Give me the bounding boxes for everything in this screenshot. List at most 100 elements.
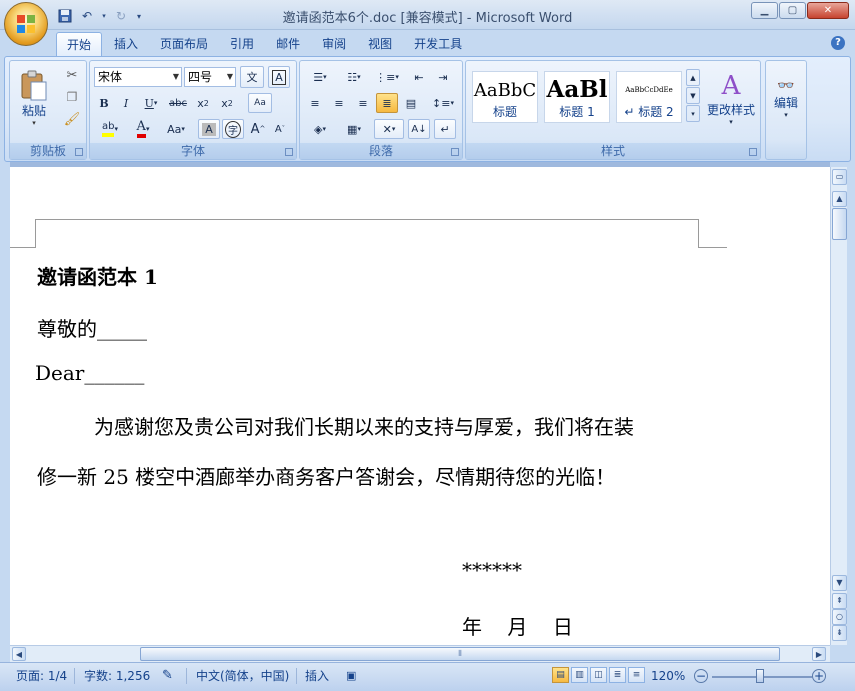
zoom-level[interactable]: 120% [651, 667, 685, 685]
increase-indent-button[interactable]: ⇥ [432, 67, 454, 87]
show-marks-button[interactable]: ↵ [434, 119, 456, 139]
styles-group: AaBbC 标题 AaBl 标题 1 AaBbCcDdEe ↵ 标题 2 ▲ ▼… [465, 60, 761, 160]
italic-button[interactable]: I [116, 93, 136, 113]
format-painter-button[interactable]: 🖌 [62, 109, 82, 129]
align-center-icon: ≡ [334, 96, 344, 110]
chinese-layout-icon: ✕ [382, 122, 392, 136]
help-icon[interactable]: ? [831, 36, 845, 50]
numbering-icon: ☷ [347, 70, 358, 84]
tab-page-layout[interactable]: 页面布局 [150, 32, 218, 56]
align-left-button[interactable]: ≡ [304, 93, 326, 113]
phonetic-guide-button[interactable]: 文 [240, 66, 264, 88]
scroll-up-button[interactable]: ▲ [832, 191, 847, 207]
print-layout-view-button[interactable]: ▤ [552, 667, 569, 683]
editing-button[interactable]: 👓 编辑 ▾ [768, 65, 804, 131]
outline-view-button[interactable]: ≣ [609, 667, 626, 683]
shrink-font-button[interactable]: Aˇ [270, 119, 290, 139]
vertical-scroll-thumb[interactable] [832, 208, 847, 240]
line-spacing-button[interactable]: ↕≡ ▾ [428, 93, 458, 113]
paste-button[interactable]: 粘贴 ▾ [16, 65, 52, 131]
full-screen-reading-button[interactable]: ▥ [571, 667, 588, 683]
macro-record-icon[interactable]: ▣ [346, 667, 356, 685]
copy-button[interactable]: ❐ [62, 87, 82, 107]
style-card-title[interactable]: AaBbC 标题 [472, 71, 538, 123]
highlight-button[interactable]: ab ▾ [94, 119, 126, 139]
tab-mailings[interactable]: 邮件 [266, 32, 310, 56]
vertical-scrollbar[interactable]: ▭ ▲ ▼ ⇞ ○ ⇟ [830, 167, 847, 645]
shading-button[interactable]: ◈ ▾ [304, 119, 336, 139]
bullets-button[interactable]: ☰ ▾ [304, 67, 336, 87]
word-count[interactable]: 字数: 1,256 [84, 667, 150, 685]
line-spacing-icon: ↕≡ [432, 96, 451, 110]
styles-launcher-icon[interactable] [749, 148, 757, 156]
grow-font-button[interactable]: A ^ [248, 119, 268, 139]
font-launcher-icon[interactable] [285, 148, 293, 156]
enclose-characters-button[interactable]: 字 [222, 119, 244, 139]
tab-home[interactable]: 开始 [56, 32, 103, 56]
font-color-button[interactable]: A ▾ [128, 119, 158, 139]
character-border-button[interactable]: A [268, 66, 290, 88]
justify-button[interactable]: ≣ [376, 93, 398, 113]
font-size-select[interactable]: 四号 ▼ [184, 67, 236, 87]
change-case-button[interactable]: Aa ▾ [160, 119, 192, 139]
decrease-indent-button[interactable]: ⇤ [408, 67, 430, 87]
horizontal-scroll-thumb[interactable]: ⦀ [140, 647, 780, 661]
numbering-button[interactable]: ☷ ▾ [338, 67, 370, 87]
document-page[interactable]: 邀请函范本 1 尊敬的_____ Dear______ 为感谢您及贵公司对我们长… [10, 167, 830, 645]
zoom-slider-thumb[interactable] [756, 669, 764, 683]
language-indicator[interactable]: 中文(简体，中国) [196, 667, 289, 685]
align-right-button[interactable]: ≡ [352, 93, 374, 113]
tab-references[interactable]: 引用 [220, 32, 264, 56]
insert-mode[interactable]: 插入 [305, 667, 329, 685]
ruler-toggle-button[interactable]: ▭ [832, 169, 847, 185]
scroll-down-button[interactable]: ▼ [832, 575, 847, 591]
underline-button[interactable]: U ▾ [138, 93, 164, 113]
clear-formatting-button[interactable]: Aa [248, 93, 272, 113]
superscript-button[interactable]: x2 [216, 93, 238, 113]
spelling-check-icon[interactable]: ✎ [162, 667, 173, 685]
maximize-button[interactable]: ▢ [779, 2, 806, 19]
tab-review[interactable]: 审阅 [312, 32, 356, 56]
browse-object-button[interactable]: ○ [832, 609, 847, 625]
tab-developer[interactable]: 开发工具 [404, 32, 472, 56]
draft-view-button[interactable]: ≡ [628, 667, 645, 683]
close-button[interactable]: ✕ [807, 2, 849, 19]
change-styles-button[interactable]: A 更改样式 ▾ [704, 65, 758, 131]
horizontal-scrollbar[interactable]: ◀ ⦀ ▶ [10, 645, 830, 662]
bold-button[interactable]: B [94, 93, 114, 113]
paragraph-launcher-icon[interactable] [451, 148, 459, 156]
subscript-button[interactable]: x2 [192, 93, 214, 113]
sort-button[interactable]: A↓ [408, 119, 430, 139]
borders-button[interactable]: ▦ ▾ [338, 119, 370, 139]
font-name-select[interactable]: 宋体 ▼ [94, 67, 182, 87]
paste-label: 粘贴 [21, 103, 46, 118]
styles-more-button[interactable]: ▾ [686, 105, 700, 122]
cut-button[interactable]: ✂ [62, 65, 82, 85]
page-indicator[interactable]: 页面: 1/4 [16, 667, 67, 685]
chinese-layout-button[interactable]: ✕ ▾ [374, 119, 404, 139]
style-card-heading1[interactable]: AaBl 标题 1 [544, 71, 610, 123]
scroll-left-button[interactable]: ◀ [12, 647, 26, 661]
styles-scroll-down-button[interactable]: ▼ [686, 87, 700, 104]
clipboard-launcher-icon[interactable] [75, 148, 83, 156]
scroll-right-button[interactable]: ▶ [812, 647, 826, 661]
office-button[interactable] [4, 2, 48, 46]
strikethrough-button[interactable]: abc [166, 93, 190, 113]
justify-icon: ≣ [382, 96, 392, 110]
web-layout-button[interactable]: ◫ [590, 667, 607, 683]
character-shading-button[interactable]: A [198, 119, 220, 139]
next-page-button[interactable]: ⇟ [832, 625, 847, 641]
document-heading: 邀请函范本 1 [37, 265, 158, 289]
previous-page-button[interactable]: ⇞ [832, 593, 847, 609]
minimize-button[interactable]: ▁ [751, 2, 778, 19]
styles-scroll-up-button[interactable]: ▲ [686, 69, 700, 86]
zoom-out-icon[interactable]: − [694, 669, 708, 683]
distributed-button[interactable]: ▤ [400, 93, 422, 113]
zoom-in-icon[interactable]: + [812, 669, 826, 683]
tab-view[interactable]: 视图 [358, 32, 402, 56]
tab-insert[interactable]: 插入 [104, 32, 148, 56]
align-center-button[interactable]: ≡ [328, 93, 350, 113]
multilevel-list-button[interactable]: ⋮≡ ▾ [372, 67, 402, 87]
style-card-heading2[interactable]: AaBbCcDdEe ↵ 标题 2 [616, 71, 682, 123]
copy-icon: ❐ [66, 90, 78, 104]
